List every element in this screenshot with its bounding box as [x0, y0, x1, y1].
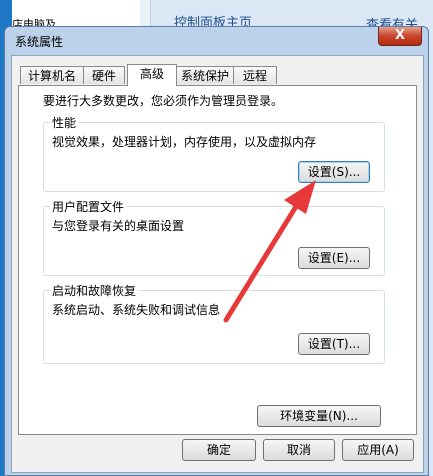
annotation-arrow: [223, 180, 316, 323]
tab-advanced[interactable]: 高级: [127, 64, 177, 86]
annotation-arrow-shaft: [223, 197, 303, 323]
annotation-arrow-head: [284, 180, 316, 214]
